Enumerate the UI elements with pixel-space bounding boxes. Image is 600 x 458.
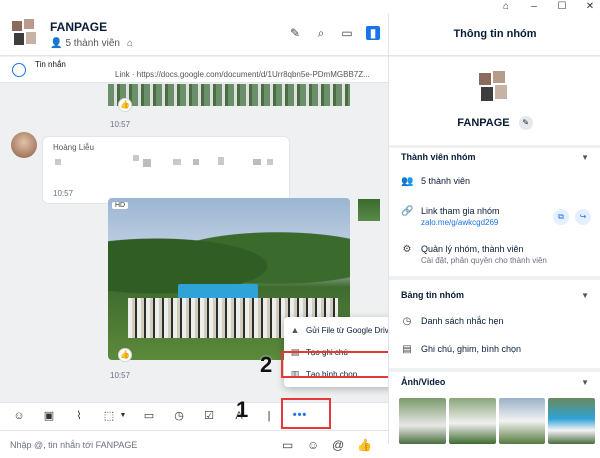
board-section-title: Bảng tin nhóm	[401, 290, 464, 300]
chat-pane: FANPAGE 👤 5 thành viên ⌂ ✎ ⌕ ▭ ▮ Tin nhắ…	[0, 14, 412, 458]
pinned-link[interactable]: Link · https://docs.google.com/document/…	[115, 70, 370, 79]
settings-icon: ⚙	[402, 244, 412, 255]
members-section-title: Thành viên nhóm	[401, 152, 476, 162]
pinned-message[interactable]: Tin nhắn Link · https://docs.google.com/…	[0, 57, 388, 83]
chevron-down-icon[interactable]: ▼	[116, 409, 130, 423]
group-profile: FANPAGE ✎	[389, 57, 600, 145]
message-time: 10:57	[110, 120, 131, 129]
google-drive-icon: ▲	[290, 325, 300, 335]
highlight-create-poll	[281, 351, 405, 378]
highlight-more-options	[281, 398, 331, 429]
like-icon[interactable]: 👍	[118, 98, 132, 112]
text-message[interactable]: Hoàng Liễu 10:57	[42, 136, 290, 204]
media-thumbnails	[399, 398, 595, 444]
task-icon[interactable]: ☑	[202, 409, 216, 423]
users-icon: 👥	[401, 176, 414, 187]
user-icon: 👤	[50, 38, 63, 49]
sender-avatar[interactable]	[358, 199, 380, 221]
media-thumbnail[interactable]	[448, 398, 496, 444]
chat-header: FANPAGE 👤 5 thành viên ⌂ ✎ ⌕ ▭ ▮	[0, 14, 388, 56]
mention-icon[interactable]: @	[332, 438, 344, 452]
group-avatar-large[interactable]	[477, 69, 511, 103]
message-time: 10:57	[110, 371, 131, 380]
chevron-down-icon[interactable]: ▼	[581, 153, 589, 162]
note-icon: ▤	[402, 344, 412, 355]
media-section-title: Ảnh/Video	[401, 377, 446, 387]
attachment-icon[interactable]: ⌇	[72, 409, 86, 423]
emoji-icon[interactable]: ☺	[307, 438, 319, 452]
maximize-icon[interactable]: ☐	[556, 0, 568, 14]
step-1-label: 1	[236, 397, 249, 422]
message-input[interactable]: Nhập @, tin nhắn tới FANPAGE ▭ ☺ @ 👍	[0, 430, 388, 458]
group-info-panel: Thông tin nhóm FANPAGE ✎ Thành viên nhóm…	[388, 14, 600, 444]
chevron-down-icon[interactable]: ▼	[581, 378, 589, 387]
clock-icon: ◷	[402, 316, 412, 327]
reminders-row[interactable]: ◷ Danh sách nhắc hẹn	[401, 316, 591, 327]
media-thumbnail[interactable]	[399, 398, 446, 444]
step-2-label: 2	[260, 352, 273, 377]
sticker-icon[interactable]: ☺	[12, 409, 26, 423]
avatar[interactable]	[11, 132, 37, 158]
close-icon[interactable]: ✕	[584, 0, 596, 14]
search-icon[interactable]: ⌕	[314, 26, 328, 40]
add-member-icon[interactable]: ✎	[288, 26, 302, 40]
member-count[interactable]: 👤 5 thành viên ⌂	[50, 38, 133, 49]
group-avatar[interactable]	[10, 19, 42, 51]
reminder-icon[interactable]: ◷	[172, 409, 186, 423]
link-icon: 🔗	[401, 206, 414, 217]
like-icon[interactable]: 👍	[118, 348, 132, 362]
chevron-down-icon[interactable]: ▼	[581, 291, 589, 300]
divider-icon: |	[267, 410, 271, 422]
manage-group-row[interactable]: ⚙ Quản lý nhóm, thành viên Cài đặt, phân…	[401, 244, 591, 265]
quick-reply-icon[interactable]: ▭	[282, 438, 293, 452]
screenshot-icon[interactable]: ⬚	[102, 409, 116, 423]
pinned-title: Tin nhắn	[35, 60, 66, 69]
image-icon[interactable]: ▣	[42, 409, 56, 423]
message-time: 10:57	[53, 189, 74, 198]
pin-icon[interactable]: ⌂	[500, 0, 512, 14]
copy-link-icon[interactable]: ⧉	[553, 209, 569, 225]
info-title: Thông tin nhóm	[453, 28, 537, 40]
info-panel-icon[interactable]: ▮	[366, 26, 380, 40]
board-section: Bảng tin nhóm ▼ ◷ Danh sách nhắc hẹn ▤ G…	[389, 280, 600, 368]
video-call-icon[interactable]: ▭	[340, 26, 354, 40]
window-titlebar: ⌂ – ☐ ✕	[0, 0, 600, 14]
notes-row[interactable]: ▤ Ghi chú, ghim, bình chọn	[401, 344, 591, 355]
info-header: Thông tin nhóm	[389, 14, 600, 56]
sender-name: Hoàng Liễu	[53, 143, 94, 152]
group-name: FANPAGE ✎	[389, 116, 600, 130]
members-section: Thành viên nhóm ▼ 👥 5 thành viên 🔗 Link …	[389, 148, 600, 276]
edit-icon[interactable]: ✎	[518, 116, 533, 130]
media-thumbnail[interactable]	[548, 398, 595, 444]
thumbs-up-icon[interactable]: 👍	[357, 438, 372, 452]
contact-card-icon[interactable]: ▭	[142, 409, 156, 423]
chat-title: FANPAGE	[50, 20, 108, 34]
message-placeholder: Nhập @, tin nhắn tới FANPAGE	[10, 440, 138, 450]
share-link-icon[interactable]: ↪	[575, 209, 591, 225]
minimize-icon[interactable]: –	[528, 0, 540, 14]
image-message[interactable]	[108, 84, 350, 106]
tag-icon[interactable]: ⌂	[127, 38, 133, 49]
chat-bubble-icon	[12, 63, 26, 77]
media-thumbnail[interactable]	[498, 398, 546, 444]
member-count-row[interactable]: 👥 5 thành viên	[401, 176, 591, 187]
hd-badge: HD	[112, 202, 129, 209]
